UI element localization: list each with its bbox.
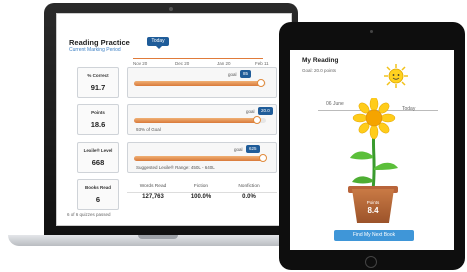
- page-title: Reading Practice: [69, 38, 130, 47]
- goal-badge: 85: [240, 70, 252, 78]
- home-button[interactable]: [365, 256, 377, 268]
- progress-track: [134, 79, 266, 87]
- metric-value: 6: [95, 195, 101, 204]
- marking-period-link[interactable]: Current Marking Period: [69, 47, 121, 53]
- books-table: Words Read Fiction Nonfiction 127,763 10…: [127, 182, 277, 210]
- table-cell: 127,763: [142, 194, 164, 200]
- laptop-base: [8, 235, 308, 246]
- quiz-footer: 6 of 6 quizzes passed: [67, 212, 111, 217]
- my-reading-screen: My Reading Goal: 20.0 points 06 June Tod…: [290, 50, 454, 250]
- timeline-line: [133, 58, 263, 59]
- metric-label: % Correct: [87, 73, 109, 78]
- timeline-label: Jan 20: [217, 61, 231, 66]
- find-next-book-button[interactable]: Find My Next Book: [334, 230, 414, 241]
- today-pointer-icon: [156, 46, 162, 49]
- books-read-card: Books Read 6: [77, 179, 119, 210]
- goal-label: goal: [246, 109, 255, 114]
- goal-badge: 625: [246, 145, 260, 153]
- timeline-label: Dec 20: [175, 61, 190, 66]
- bar-caption: 93% of Goal: [136, 127, 161, 132]
- timeline-label: Nov 20: [133, 61, 148, 66]
- lexile-level-card: Lexile® Level 668: [77, 142, 119, 173]
- progress-knob[interactable]: [259, 154, 268, 162]
- progress-fill: [134, 118, 257, 123]
- goal-text: Goal: 20.0 points: [302, 68, 337, 73]
- metric-label: Points: [91, 110, 105, 115]
- points-bar-panel: goal 20.0 93% of Goal: [127, 104, 277, 135]
- sunflower-plant-icon: [350, 98, 398, 190]
- goal-label: goal: [234, 147, 243, 152]
- table-header: Words Read: [139, 184, 167, 189]
- metric-value: 91.7: [90, 83, 106, 92]
- timeline-label: Feb 11: [255, 61, 269, 66]
- bar-caption: Suggested Lexile® Range: 450L - 640L: [136, 165, 215, 170]
- progress-track: [134, 154, 268, 162]
- progress-knob[interactable]: [252, 116, 261, 124]
- metric-label: Books Read: [84, 185, 111, 190]
- table-header: Nonfiction: [238, 184, 260, 189]
- points-value: 8.4: [367, 206, 379, 215]
- metric-value: 668: [91, 158, 105, 167]
- progress-knob[interactable]: [256, 79, 265, 87]
- camera-icon: [370, 30, 373, 33]
- table-cell: 100.0%: [190, 194, 212, 200]
- progress-fill: [134, 156, 264, 161]
- goal-label: goal: [228, 72, 237, 77]
- camera-icon: [169, 7, 173, 11]
- tablet-title: My Reading: [302, 57, 339, 64]
- table-header: Fiction: [193, 184, 209, 189]
- points-card: Points 18.6: [77, 104, 119, 135]
- lexile-bar-panel: goal 625 Suggested Lexile® Range: 450L -…: [127, 142, 277, 173]
- reading-practice-dashboard: Reading Practice Current Marking Period …: [56, 13, 292, 226]
- sun-icon: [384, 64, 408, 88]
- percent-correct-card: % Correct 91.7: [77, 67, 119, 98]
- goal-badge: 20.0: [258, 107, 273, 115]
- table-divider: [127, 192, 277, 193]
- table-cell: 0.0%: [242, 194, 256, 200]
- laptop-notch: [138, 235, 178, 239]
- metric-label: Lexile® Level: [83, 148, 113, 153]
- metric-value: 18.6: [90, 120, 106, 129]
- progress-fill: [134, 81, 261, 86]
- percent-correct-bar-panel: goal 85: [127, 67, 277, 98]
- points-label: Points: [366, 200, 380, 205]
- today-badge: Today: [147, 37, 169, 46]
- progress-track: [134, 116, 266, 124]
